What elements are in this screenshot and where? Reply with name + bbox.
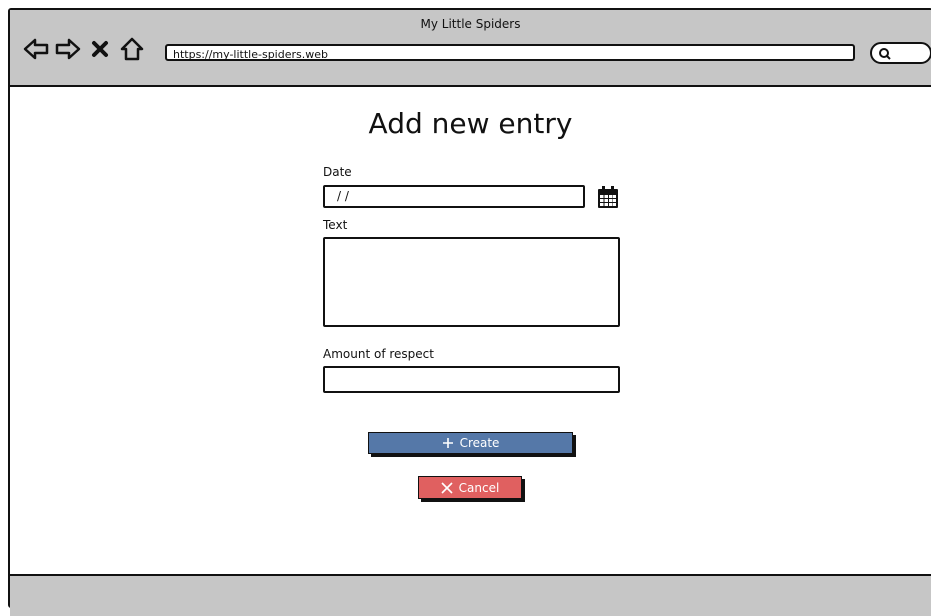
respect-input[interactable] xyxy=(323,366,620,393)
back-arrow-icon[interactable] xyxy=(20,36,52,62)
create-button-label: Create xyxy=(459,436,500,450)
plus-icon xyxy=(442,438,453,448)
search-box[interactable] xyxy=(870,42,931,64)
home-icon[interactable] xyxy=(116,36,148,62)
page-title: Add new entry xyxy=(368,107,573,140)
text-input[interactable] xyxy=(323,237,620,327)
calendar-icon[interactable] xyxy=(597,185,619,213)
forward-arrow-icon[interactable] xyxy=(52,36,84,62)
date-label: Date xyxy=(323,165,352,179)
date-input[interactable]: / / xyxy=(323,185,585,208)
status-bar xyxy=(10,574,931,616)
cancel-button-label: Cancel xyxy=(458,480,500,495)
url-bar[interactable]: https://my-little-spiders.web xyxy=(165,44,855,61)
browser-window: My Little Spiders https://my-little-spid… xyxy=(8,8,931,616)
text-label: Text xyxy=(323,218,348,232)
window-title: My Little Spiders xyxy=(420,17,521,31)
search-icon xyxy=(878,46,892,65)
browser-chrome: My Little Spiders https://my-little-spid… xyxy=(10,10,931,87)
nav-buttons xyxy=(20,36,148,62)
cancel-button[interactable]: Cancel xyxy=(418,476,522,499)
page-content: Add new entry Date / / Text Amount of re… xyxy=(10,87,931,575)
close-icon xyxy=(441,481,453,494)
respect-label: Amount of respect xyxy=(323,347,434,361)
close-icon[interactable] xyxy=(84,36,116,62)
create-button[interactable]: Create xyxy=(368,432,573,454)
